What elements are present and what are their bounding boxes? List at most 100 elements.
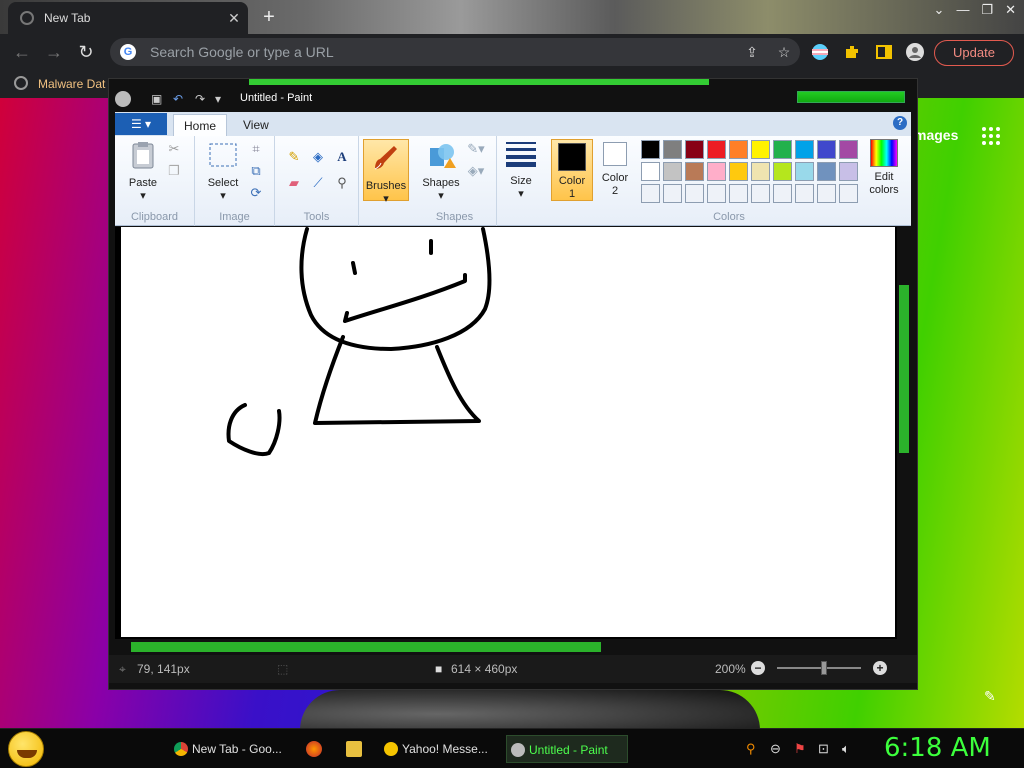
task-yahoo-messenger[interactable]: Yahoo! Messe... [380,735,500,763]
forward-icon[interactable]: → [44,42,64,63]
palette-swatch[interactable] [795,162,814,181]
select-button[interactable]: Select ▾ [201,140,245,203]
color2-button[interactable]: Color 2 [595,142,635,198]
new-tab-button[interactable]: + [258,6,280,29]
size-button[interactable]: Size ▾ [499,138,543,201]
palette-swatch[interactable] [751,140,770,159]
restore-icon[interactable]: ❐ [981,2,993,18]
close-icon[interactable]: ✕ [1005,2,1016,18]
folder-icon[interactable] [346,741,362,757]
crop-icon[interactable]: ⌗ [247,140,265,158]
palette-swatch[interactable] [663,140,682,159]
tab-new-tab[interactable]: New Tab ✕ [8,2,248,34]
fill-shape-icon[interactable]: ◈▾ [467,162,485,180]
palette-swatch[interactable] [751,162,770,181]
zoom-in-icon[interactable]: + [873,661,887,675]
palette-swatch[interactable] [707,162,726,181]
paste-button[interactable]: Paste ▾ [121,140,165,203]
magnifier-icon[interactable]: ⚲ [333,174,351,192]
window-controls-bar[interactable] [797,91,905,103]
clock[interactable]: 6:18 AM [884,733,991,763]
chevron-down-icon[interactable]: ⌄ [934,2,945,18]
close-tab-icon[interactable]: ✕ [224,10,244,27]
palette-swatch[interactable] [773,140,792,159]
save-icon[interactable]: ▣ [151,92,162,106]
palette-swatch[interactable] [729,162,748,181]
text-icon[interactable]: A [333,148,351,166]
copy-icon[interactable]: ❐ [165,162,183,180]
share-icon[interactable]: ⇪ [736,44,768,61]
resize-icon[interactable]: ⧉ [247,162,265,180]
brushes-button[interactable]: Brushes ▾ [363,139,409,205]
palette-swatch-empty[interactable] [641,184,660,203]
task-paint[interactable]: Untitled - Paint [506,735,628,763]
task-chrome[interactable]: New Tab - Goo... [170,735,290,763]
palette-swatch[interactable] [663,162,682,181]
quick-access-dropdown-icon[interactable]: ▾ [215,92,221,106]
palette-swatch[interactable] [685,162,704,181]
address-bar[interactable]: G Search Google or type a URL ⇪ ☆ [110,38,800,66]
palette-swatch-empty[interactable] [839,184,858,203]
profile-flag-icon[interactable] [811,43,829,61]
messenger-tray-icon[interactable]: ⊖ [770,741,781,757]
update-button[interactable]: Update [934,40,1014,66]
firefox-icon[interactable] [306,741,322,757]
palette-swatch[interactable] [685,140,704,159]
zoom-slider-thumb[interactable] [821,661,827,675]
palette-swatch-empty[interactable] [751,184,770,203]
drawing-canvas[interactable] [121,227,895,637]
palette-swatch[interactable] [641,162,660,181]
palette-swatch-empty[interactable] [707,184,726,203]
customize-pencil-icon[interactable]: ✎ [984,688,996,705]
palette-swatch-empty[interactable] [729,184,748,203]
vertical-scrollbar[interactable] [897,227,911,639]
palette-swatch[interactable] [795,140,814,159]
color-picker-icon[interactable]: ⟋ [309,174,327,192]
side-panel-icon[interactable] [875,43,893,61]
palette-swatch-empty[interactable] [663,184,682,203]
undo-icon[interactable]: ↶ [173,92,183,106]
images-link[interactable]: mages [914,127,958,143]
cut-icon[interactable]: ✂ [165,140,183,158]
color1-button[interactable]: Color 1 [551,139,593,201]
apps-grid-icon[interactable] [982,127,1000,145]
back-icon[interactable]: ← [12,42,32,63]
palette-swatch[interactable] [839,162,858,181]
volume-icon[interactable]: 🔈︎ [842,741,850,757]
edit-colors-button[interactable]: Edit colors [861,139,907,197]
zoom-slider[interactable] [777,667,861,669]
fill-icon[interactable]: ◈ [309,148,327,166]
action-center-flag-icon[interactable]: ⚑ [794,741,806,757]
palette-swatch[interactable] [641,140,660,159]
palette-swatch-empty[interactable] [773,184,792,203]
rotate-icon[interactable]: ⟳ [247,184,265,202]
palette-swatch[interactable] [707,140,726,159]
help-icon[interactable]: ? [893,116,907,130]
palette-swatch-empty[interactable] [685,184,704,203]
file-menu-button[interactable]: ☰ ▾ [115,113,167,135]
zoom-out-icon[interactable]: − [751,661,765,675]
start-button[interactable] [8,731,44,767]
palette-swatch[interactable] [817,140,836,159]
star-icon[interactable]: ☆ [768,44,800,61]
palette-swatch[interactable] [839,140,858,159]
tab-view[interactable]: View [233,114,279,136]
outline-icon[interactable]: ✎▾ [467,140,485,158]
avatar[interactable] [906,43,924,61]
palette-swatch-empty[interactable] [817,184,836,203]
search-icon[interactable]: ⚲ [746,741,756,757]
redo-icon[interactable]: ↷ [195,92,205,106]
palette-swatch[interactable] [773,162,792,181]
shapes-button[interactable]: Shapes ▾ [419,140,463,203]
reload-icon[interactable]: ↻ [76,42,96,63]
horizontal-scrollbar[interactable] [115,640,911,654]
minimize-icon[interactable]: — [956,2,969,18]
palette-swatch[interactable] [817,162,836,181]
eraser-icon[interactable]: ▰ [285,174,303,192]
pencil-icon[interactable]: ✎ [285,148,303,166]
paint-app-icon[interactable] [115,91,131,107]
bookmark-malware[interactable]: Malware Dat [38,77,105,91]
palette-swatch-empty[interactable] [795,184,814,203]
palette-swatch[interactable] [729,140,748,159]
tab-home[interactable]: Home [173,114,228,136]
